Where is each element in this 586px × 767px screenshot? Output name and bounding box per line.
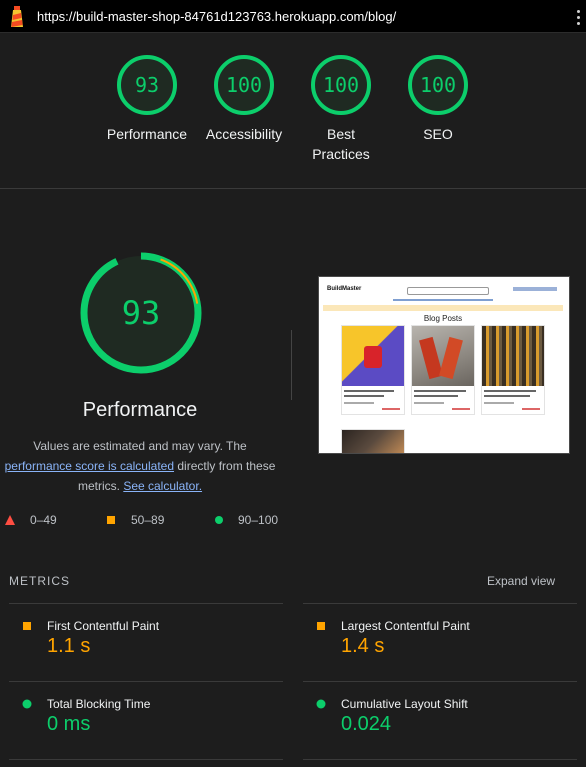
- performance-score: 93: [122, 294, 161, 332]
- gauge-score: 93: [135, 73, 159, 97]
- screenshot-account-links: [513, 287, 557, 291]
- metric-value: 0.024: [341, 713, 392, 735]
- square-icon: [317, 622, 325, 630]
- screenshot-nav: [323, 297, 563, 303]
- gauge-ring: 100: [311, 55, 371, 115]
- screenshot-brand: BuildMaster: [327, 286, 362, 292]
- screenshot-card: [341, 325, 405, 415]
- screenshot-search: [407, 287, 489, 295]
- metric-divider: [9, 603, 283, 604]
- gauge-score: 100: [323, 73, 359, 97]
- gauge-best-practices[interactable]: 100 Best Practices: [291, 53, 391, 164]
- metric-value: 0 ms: [47, 713, 91, 735]
- kebab-menu-icon[interactable]: [577, 10, 581, 26]
- score-calculated-link[interactable]: performance score is calculated: [5, 459, 174, 473]
- gauge-seo[interactable]: 100 SEO: [388, 53, 488, 144]
- performance-description: Values are estimated and may vary. The p…: [0, 436, 280, 496]
- metric-divider: [9, 759, 283, 760]
- vertical-divider: [291, 330, 292, 400]
- square-icon: [107, 516, 115, 524]
- metric-value: 1.1 s: [47, 635, 91, 657]
- screenshot-title: Blog Posts: [423, 314, 463, 323]
- gauge-ring: 100: [214, 55, 274, 115]
- performance-gauge: 93: [78, 250, 204, 376]
- gauge-label: SEO: [423, 126, 453, 142]
- triangle-icon: [5, 515, 15, 525]
- circle-icon: [316, 699, 326, 709]
- gauge-label: Best Practices: [312, 126, 370, 162]
- gauge-score: 100: [420, 73, 456, 97]
- lighthouse-icon: [11, 6, 23, 27]
- screenshot-banner: [323, 305, 563, 311]
- circle-icon: [22, 699, 32, 709]
- metric-value: 1.4 s: [341, 635, 385, 657]
- metrics-heading: METRICS: [9, 574, 70, 588]
- gauge-score: 100: [226, 73, 262, 97]
- legend-pass: 90–100: [214, 513, 278, 527]
- performance-gauge-ring: 93: [80, 252, 202, 374]
- metric-divider: [303, 603, 577, 604]
- metric-label: First Contentful Paint: [47, 619, 160, 633]
- square-icon: [23, 622, 31, 630]
- metric-divider: [303, 759, 577, 760]
- screenshot-card: [481, 325, 545, 415]
- gauge-accessibility[interactable]: 100 Accessibility: [194, 53, 294, 144]
- expand-view-button[interactable]: Expand view: [487, 574, 555, 588]
- gauge-ring: 93: [117, 55, 177, 115]
- score-summary: 93 Performance 100 Accessibility 100 Bes…: [0, 33, 586, 189]
- legend-average: 50–89: [106, 513, 164, 527]
- desc-text-1: Values are estimated and may vary. The: [33, 439, 247, 453]
- performance-title: Performance: [82, 399, 198, 421]
- screenshot-card: [411, 325, 475, 415]
- gauge-performance[interactable]: 93 Performance: [97, 53, 197, 144]
- screenshot-content: BuildMaster Blog Posts: [323, 281, 563, 453]
- metric-label: Total Blocking Time: [47, 697, 151, 711]
- screenshot-card: [341, 429, 405, 453]
- metric-label: Largest Contentful Paint: [341, 619, 470, 633]
- url-bar: https://build-master-shop-84761d123763.h…: [0, 0, 586, 33]
- circle-icon: [215, 516, 223, 524]
- gauge-label: Performance: [106, 126, 188, 142]
- gauge-ring: 100: [408, 55, 468, 115]
- metric-divider: [9, 681, 283, 682]
- legend-fail: 0–49: [5, 513, 57, 527]
- gauge-label: Accessibility: [205, 126, 283, 142]
- see-calculator-link[interactable]: See calculator.: [123, 479, 202, 493]
- page-url: https://build-master-shop-84761d123763.h…: [37, 9, 397, 24]
- page-screenshot[interactable]: BuildMaster Blog Posts: [318, 276, 570, 454]
- metric-divider: [303, 681, 577, 682]
- metric-label: Cumulative Layout Shift: [341, 697, 468, 711]
